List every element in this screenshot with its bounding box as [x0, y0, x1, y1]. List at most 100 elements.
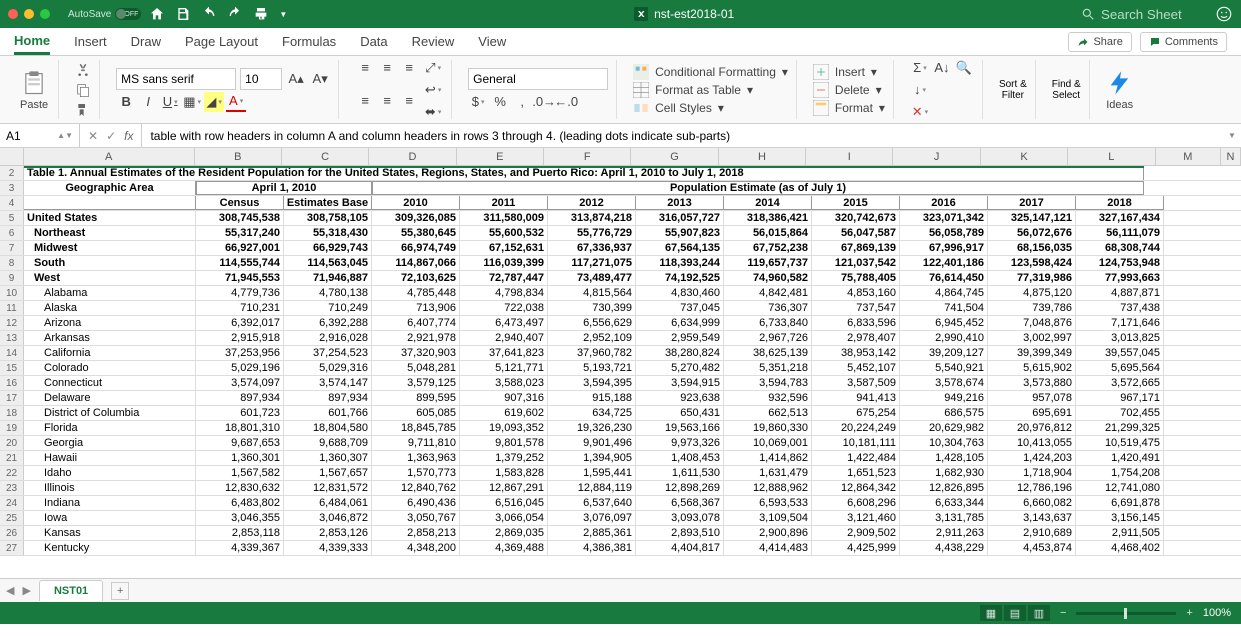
- data-cell[interactable]: 2,921,978: [372, 331, 460, 345]
- data-cell[interactable]: 124,753,948: [1076, 256, 1164, 270]
- maximize-window-button[interactable]: [40, 9, 50, 19]
- data-cell[interactable]: 313,874,218: [548, 211, 636, 225]
- data-cell[interactable]: 3,076,097: [548, 511, 636, 525]
- data-cell[interactable]: 12,840,762: [372, 481, 460, 495]
- tab-home[interactable]: Home: [14, 28, 50, 55]
- formula-input[interactable]: [142, 124, 1223, 147]
- data-cell[interactable]: 2,893,510: [636, 526, 724, 540]
- data-cell[interactable]: 601,766: [284, 406, 372, 420]
- data-cell[interactable]: 713,906: [372, 301, 460, 315]
- table-row[interactable]: 27Kentucky4,339,3674,339,3334,348,2004,3…: [0, 541, 1241, 556]
- col-header-L[interactable]: L: [1068, 148, 1155, 165]
- format-cells-button[interactable]: Format ▾: [813, 100, 885, 116]
- data-cell[interactable]: 39,557,045: [1076, 346, 1164, 360]
- data-cell[interactable]: 2,915,918: [196, 331, 284, 345]
- expand-formula-bar-icon[interactable]: ▼: [1223, 131, 1241, 140]
- data-cell[interactable]: 4,779,736: [196, 286, 284, 300]
- data-cell[interactable]: 327,167,434: [1076, 211, 1164, 225]
- data-cell[interactable]: 38,280,824: [636, 346, 724, 360]
- data-cell[interactable]: 123,598,424: [988, 256, 1076, 270]
- percent-icon[interactable]: %: [490, 92, 510, 112]
- data-cell[interactable]: 2,940,407: [460, 331, 548, 345]
- data-cell[interactable]: 3,574,097: [196, 376, 284, 390]
- data-cell[interactable]: 6,484,061: [284, 496, 372, 510]
- sheet-tab-nst01[interactable]: NST01: [39, 580, 103, 601]
- col-header-D[interactable]: D: [369, 148, 456, 165]
- row-header[interactable]: 25: [0, 511, 24, 525]
- data-cell[interactable]: 2,885,361: [548, 526, 636, 540]
- data-cell[interactable]: 19,563,166: [636, 421, 724, 435]
- data-cell[interactable]: 56,111,079: [1076, 226, 1164, 240]
- data-cell[interactable]: 74,192,525: [636, 271, 724, 285]
- data-cell[interactable]: 6,473,497: [460, 316, 548, 330]
- data-cell[interactable]: 6,407,774: [372, 316, 460, 330]
- data-cell[interactable]: 4,785,448: [372, 286, 460, 300]
- search-sheet[interactable]: [1081, 7, 1201, 22]
- data-cell[interactable]: 1,631,479: [724, 466, 812, 480]
- table-row[interactable]: 25Iowa3,046,3553,046,8723,050,7673,066,0…: [0, 511, 1241, 526]
- data-cell[interactable]: 71,945,553: [196, 271, 284, 285]
- data-cell[interactable]: 3,066,054: [460, 511, 548, 525]
- data-cell[interactable]: 73,489,477: [548, 271, 636, 285]
- data-cell[interactable]: 72,787,447: [460, 271, 548, 285]
- data-cell[interactable]: 39,399,349: [988, 346, 1076, 360]
- autosave-toggle[interactable]: AutoSave OFF: [68, 8, 141, 20]
- increase-font-icon[interactable]: A▴: [286, 69, 306, 89]
- data-cell[interactable]: 1,363,963: [372, 451, 460, 465]
- table-row[interactable]: 16Connecticut3,574,0973,574,1473,579,125…: [0, 376, 1241, 391]
- redo-icon[interactable]: [227, 6, 243, 22]
- data-cell[interactable]: 56,047,587: [812, 226, 900, 240]
- data-cell[interactable]: 67,752,238: [724, 241, 812, 255]
- format-as-table-button[interactable]: Format as Table ▾: [633, 82, 788, 98]
- data-cell[interactable]: 949,216: [900, 391, 988, 405]
- data-cell[interactable]: 55,380,645: [372, 226, 460, 240]
- data-cell[interactable]: 10,181,111: [812, 436, 900, 450]
- tab-draw[interactable]: Draw: [131, 28, 161, 55]
- data-cell[interactable]: 737,547: [812, 301, 900, 315]
- align-right-icon[interactable]: ≡: [399, 91, 419, 111]
- table-row[interactable]: 6Northeast55,317,24055,318,43055,380,645…: [0, 226, 1241, 241]
- data-cell[interactable]: 37,254,523: [284, 346, 372, 360]
- data-cell[interactable]: 20,976,812: [988, 421, 1076, 435]
- data-cell[interactable]: 2,911,505: [1076, 526, 1164, 540]
- data-cell[interactable]: 12,786,196: [988, 481, 1076, 495]
- table-row[interactable]: 18District of Columbia601,723601,766605,…: [0, 406, 1241, 421]
- merge-icon[interactable]: ⬌: [423, 102, 443, 122]
- data-cell[interactable]: 6,516,045: [460, 496, 548, 510]
- data-cell[interactable]: 2,909,502: [812, 526, 900, 540]
- data-cell[interactable]: 4,887,871: [1076, 286, 1164, 300]
- data-cell[interactable]: 308,758,105: [284, 211, 372, 225]
- row-header[interactable]: 21: [0, 451, 24, 465]
- data-cell[interactable]: 1,570,773: [372, 466, 460, 480]
- name-box[interactable]: A1▲▼: [0, 124, 80, 147]
- comma-icon[interactable]: ,: [512, 92, 532, 112]
- fx-icon[interactable]: fx: [124, 129, 133, 143]
- data-cell[interactable]: 722,038: [460, 301, 548, 315]
- data-cell[interactable]: 5,452,107: [812, 361, 900, 375]
- row-header[interactable]: 4: [0, 196, 24, 210]
- data-cell[interactable]: 121,037,542: [812, 256, 900, 270]
- data-cell[interactable]: 897,934: [196, 391, 284, 405]
- row-header[interactable]: 27: [0, 541, 24, 555]
- data-cell[interactable]: 2,911,263: [900, 526, 988, 540]
- data-cell[interactable]: 3,156,145: [1076, 511, 1164, 525]
- table-row[interactable]: 9West71,945,55371,946,88772,103,62572,78…: [0, 271, 1241, 286]
- data-cell[interactable]: 6,634,999: [636, 316, 724, 330]
- data-cell[interactable]: 3,050,767: [372, 511, 460, 525]
- data-cell[interactable]: 6,490,436: [372, 496, 460, 510]
- smiley-icon[interactable]: [1215, 5, 1233, 23]
- data-cell[interactable]: 915,188: [548, 391, 636, 405]
- decrease-decimal-icon[interactable]: ←.0: [556, 92, 576, 112]
- insert-cells-button[interactable]: Insert ▾: [813, 64, 885, 80]
- col-header-I[interactable]: I: [806, 148, 893, 165]
- sheet-nav-prev-icon[interactable]: ◀: [6, 584, 14, 597]
- data-cell[interactable]: 67,996,917: [900, 241, 988, 255]
- data-cell[interactable]: 3,594,783: [724, 376, 812, 390]
- data-cell[interactable]: 741,504: [900, 301, 988, 315]
- data-cell[interactable]: 675,254: [812, 406, 900, 420]
- qat-dropdown-icon[interactable]: ▼: [279, 10, 287, 19]
- data-cell[interactable]: 68,308,744: [1076, 241, 1164, 255]
- sheet-nav-next-icon[interactable]: ▶: [22, 584, 30, 597]
- data-cell[interactable]: 3,587,509: [812, 376, 900, 390]
- data-cell[interactable]: 318,386,421: [724, 211, 812, 225]
